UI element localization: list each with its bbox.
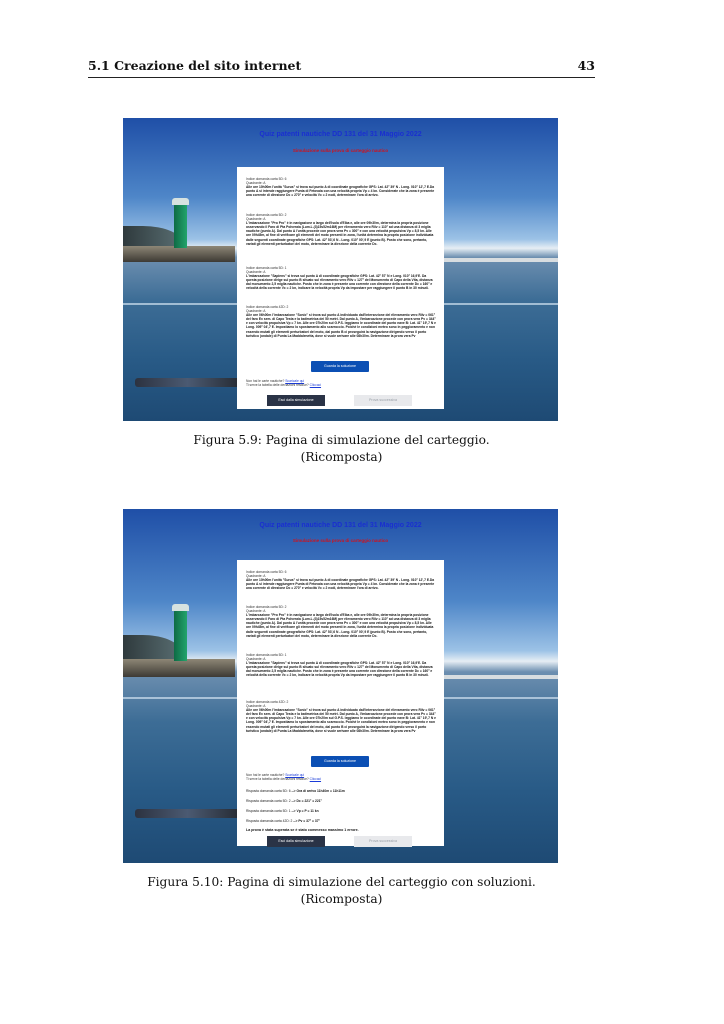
answer-value: --> Ora di arrivo 11h40m = 11h11m	[291, 789, 345, 793]
question-block: Indice domanda carta 5D: 2 Quadrante: A …	[246, 213, 436, 246]
running-head: 5.1 Creazione del sito internet 43	[88, 58, 595, 78]
question-block: Indice domanda carta 5D: 1 Quadrante: A …	[246, 266, 436, 291]
solve-button[interactable]: Guarda la soluzione	[311, 361, 369, 372]
figure-caption: Figura 5.10: Pagina di simulazione del c…	[88, 874, 595, 907]
caption-note: (Ricomposta)	[300, 891, 383, 906]
pier-shape	[123, 246, 235, 262]
question-text: L'imbarcazione "Sapiens" si trova sul pu…	[246, 661, 433, 678]
quiz-subtitle: Simulazione sulla prova di carteggio nau…	[292, 538, 389, 543]
answer-label: Risposta domanda carta 5D: 1	[246, 809, 291, 813]
result-verdict: La prova è stata superata se è stato com…	[246, 828, 359, 832]
lighthouse-shape	[172, 198, 189, 248]
figure-screenshot-solutions: Quiz patenti nautiche DD 131 del 31 Magg…	[123, 509, 558, 863]
pier-shape	[123, 659, 235, 677]
quiz-card: Indice domanda carta 5D: 6 Quadrante: A …	[237, 167, 444, 409]
boats-shape	[135, 809, 240, 818]
question-block: Indice domanda carta 42D: 2 Quadrante: A…	[246, 700, 436, 733]
question-block: Indice domanda carta 5D: 6 Quadrante: A …	[246, 570, 436, 590]
answer-line: Risposta domanda carta 42D: 2 --> Pv = 3…	[246, 819, 436, 823]
question-text: L'imbarcazione "Sapiens" si trova sul pu…	[246, 274, 433, 291]
question-text: Alle ore 10h00m l'unità "Surus" si trova…	[246, 578, 435, 591]
question-text: Alle ore 06h00m l'imbarcazione "Sonic" s…	[246, 708, 436, 733]
question-text: L'imbarcazione "Pro Pro" è in navigazion…	[246, 221, 434, 246]
exit-simulation-button[interactable]: Esci dalla simulazione	[267, 395, 325, 406]
boats-shape	[135, 378, 240, 387]
help-note-line2: Ti serve la tabella delle deviazioni res…	[246, 383, 309, 388]
quiz-card: Indice domanda carta 5D: 6 Quadrante: A …	[237, 560, 444, 847]
section-title: 5.1 Creazione del sito internet	[88, 58, 302, 73]
figure-caption: Figura 5.9: Pagina di simulazione del ca…	[88, 432, 595, 465]
pier-right-shape	[442, 675, 558, 679]
next-test-button[interactable]: Prova successiva	[354, 395, 412, 406]
answer-label: Risposta domanda carta 5D: 2	[246, 799, 291, 803]
figure-screenshot-simulation: Quiz patenti nautiche DD 131 del 31 Magg…	[123, 118, 558, 421]
quiz-subtitle: Simulazione sulla prova di carteggio nau…	[292, 148, 389, 153]
answer-label: Risposta domanda carta 42D: 2	[246, 819, 293, 823]
answer-line: Risposta domanda carta 5D: 1 --> Vp = P …	[246, 809, 436, 813]
quiz-title: Quiz patenti nautiche DD 131 del 31 Magg…	[259, 131, 422, 138]
question-block: Indice domanda carta 42D: 2 Quadrante: A…	[246, 305, 436, 338]
question-text: L'imbarcazione "Pro Pro" è in navigazion…	[246, 613, 434, 638]
question-block: Indice domanda carta 5D: 6 Quadrante: A …	[246, 177, 436, 197]
answer-value: --> Pv = 37° = 37°	[293, 819, 320, 823]
next-test-button[interactable]: Prova successiva	[354, 836, 412, 847]
caption-note: (Ricomposta)	[300, 449, 383, 464]
quiz-title: Quiz patenti nautiche DD 131 del 31 Magg…	[259, 522, 422, 529]
pier-right-shape	[442, 258, 558, 262]
deviation-table-link[interactable]: Cliccaci	[310, 777, 321, 781]
caption-line: Figura 5.10: Pagina di simulazione del c…	[147, 875, 536, 889]
help-note-line2: Ti serve la tabella delle deviazioni res…	[246, 777, 309, 782]
lighthouse-shape	[172, 604, 189, 661]
caption-line: Figura 5.9: Pagina di simulazione del ca…	[193, 433, 490, 447]
answer-value: --> Dc = 221° = 221°	[291, 799, 322, 803]
question-text: Alle ore 06h00m l'imbarcazione "Sonic" s…	[246, 313, 436, 338]
exit-simulation-button[interactable]: Esci dalla simulazione	[267, 836, 325, 847]
question-block: Indice domanda carta 5D: 2 Quadrante: A …	[246, 605, 436, 638]
help-note: Non hai le carte nautiche? Scaricale qui…	[246, 773, 436, 782]
solve-button[interactable]: Guarda la soluzione	[311, 756, 369, 767]
question-block: Indice domanda carta 5D: 1 Quadrante: A …	[246, 653, 436, 678]
answer-line: Risposta domanda carta 5D: 6 --> Ora di …	[246, 789, 436, 793]
answer-value: --> Vp = P = 11 kn	[291, 809, 319, 813]
question-text: Alle ore 10h00m l'unità "Surus" si trova…	[246, 185, 435, 198]
answer-line: Risposta domanda carta 5D: 2 --> Dc = 22…	[246, 799, 436, 803]
deviation-table-link[interactable]: Cliccaci	[310, 383, 321, 387]
page-number: 43	[577, 58, 595, 73]
answer-label: Risposta domanda carta 5D: 6	[246, 789, 291, 793]
help-note: Non hai le carte nautiche? Scaricale qui…	[246, 379, 436, 388]
